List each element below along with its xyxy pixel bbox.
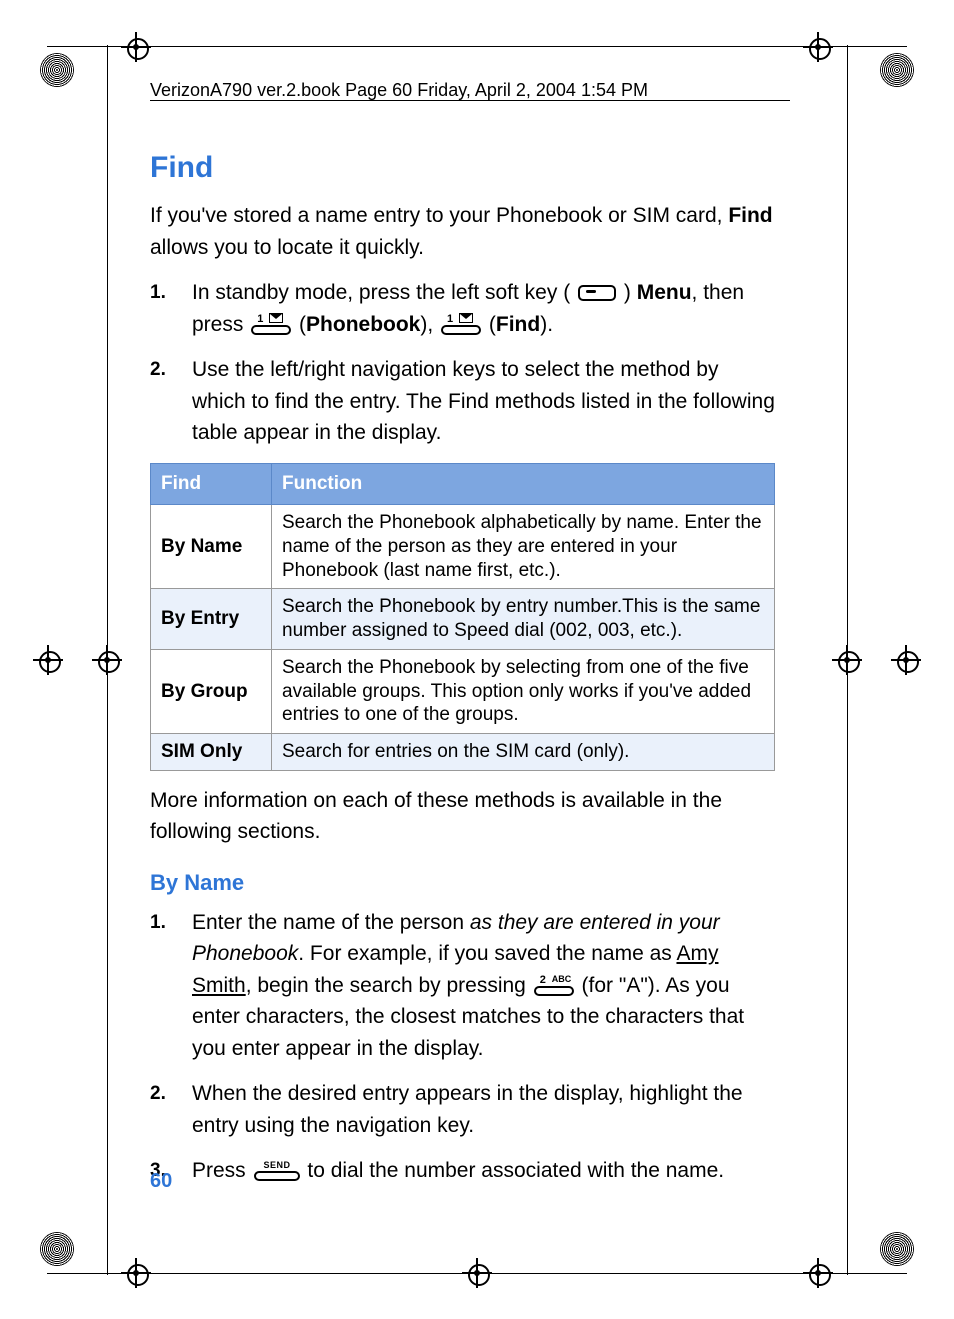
running-head: VerizonA790 ver.2.book Page 60 Friday, A… (150, 80, 648, 101)
table-cell-label: By Name (151, 505, 272, 589)
intro-paragraph: If you've stored a name entry to your Ph… (150, 200, 775, 263)
send-key-icon: SEND (254, 1163, 300, 1181)
text-underline: Amy (676, 942, 718, 965)
page-content: Find If you've stored a name entry to yo… (150, 145, 775, 1201)
section-title: Find (150, 145, 775, 190)
text: ). (540, 313, 553, 336)
text: , begin the search by pressing (246, 974, 532, 997)
table-cell-desc: Search the Phonebook by entry number.Thi… (272, 589, 775, 650)
document-page: { "header": { "running_head": "VerizonA7… (0, 0, 954, 1319)
crop-cross (832, 645, 862, 675)
step-2: 2. Use the left/right navigation keys to… (150, 354, 775, 449)
header-rule (150, 100, 790, 101)
key-abc: ABC (552, 973, 572, 987)
page-number: 60 (150, 1170, 172, 1193)
crop-cross (121, 1258, 151, 1288)
steps-list-b: 1. Enter the name of the person as they … (150, 907, 775, 1187)
table-header-row: Find Function (151, 463, 775, 505)
step-1: 1. In standby mode, press the left soft … (150, 277, 775, 340)
subsection-title: By Name (150, 866, 775, 899)
registration-mark (40, 1232, 74, 1266)
step-number: 2. (150, 356, 166, 385)
key-1-icon: 1 (251, 315, 291, 335)
text-bold: Find (728, 204, 772, 227)
text: ( (489, 313, 496, 336)
text: allows you to locate it quickly. (150, 236, 424, 259)
table-cell-label: By Entry (151, 589, 272, 650)
text: Enter the name of the person (192, 911, 470, 934)
after-table-text: More information on each of these method… (150, 785, 775, 848)
table-cell-desc: Search the Phonebook alphabetically by n… (272, 505, 775, 589)
crop-mark (47, 46, 907, 47)
text: If you've stored a name entry to your Ph… (150, 204, 728, 227)
step-3: 3. Press SEND to dial the number associa… (150, 1155, 775, 1187)
find-methods-table: Find Function By Name Search the Phonebo… (150, 463, 775, 771)
text: ) (624, 281, 637, 304)
crop-cross (891, 645, 921, 675)
table-row: By Name Search the Phonebook alphabetica… (151, 505, 775, 589)
key-1-icon: 1 (441, 315, 481, 335)
text: Press (192, 1159, 252, 1182)
text: . For example, if you saved the name as (298, 942, 676, 965)
text-bold: Phonebook (306, 313, 420, 336)
text-bold: Menu (637, 281, 692, 304)
key-2-icon: 2ABC (534, 976, 574, 996)
text-bold: Find (496, 313, 540, 336)
text: Use the left/right navigation keys to se… (192, 358, 775, 444)
crop-cross (803, 1258, 833, 1288)
steps-list-a: 1. In standby mode, press the left soft … (150, 277, 775, 449)
table-row: By Entry Search the Phonebook by entry n… (151, 589, 775, 650)
step-number: 1. (150, 279, 166, 308)
text: ( (299, 313, 306, 336)
table-cell-desc: Search for entries on the SIM card (only… (272, 734, 775, 771)
step-1: 1. Enter the name of the person as they … (150, 907, 775, 1065)
registration-mark (880, 1232, 914, 1266)
text: When the desired entry appears in the di… (192, 1082, 743, 1137)
crop-cross (462, 1258, 492, 1288)
crop-cross (803, 32, 833, 62)
text: In standby mode, press the left soft key… (192, 281, 570, 304)
step-number: 2. (150, 1080, 166, 1109)
table-cell-label: By Group (151, 649, 272, 733)
step-2: 2. When the desired entry appears in the… (150, 1078, 775, 1141)
registration-mark (40, 53, 74, 87)
crop-cross (33, 645, 63, 675)
table-header: Find (151, 463, 272, 505)
text-underline: Smith (192, 974, 246, 997)
text: to dial the number associated with the n… (307, 1159, 724, 1182)
table-header: Function (272, 463, 775, 505)
text: ), (420, 313, 439, 336)
step-number: 1. (150, 909, 166, 938)
table-row: SIM Only Search for entries on the SIM c… (151, 734, 775, 771)
registration-mark (880, 53, 914, 87)
table-row: By Group Search the Phonebook by selecti… (151, 649, 775, 733)
table-cell-label: SIM Only (151, 734, 272, 771)
table-cell-desc: Search the Phonebook by selecting from o… (272, 649, 775, 733)
left-softkey-icon (578, 285, 616, 301)
crop-cross (92, 645, 122, 675)
crop-cross (121, 32, 151, 62)
